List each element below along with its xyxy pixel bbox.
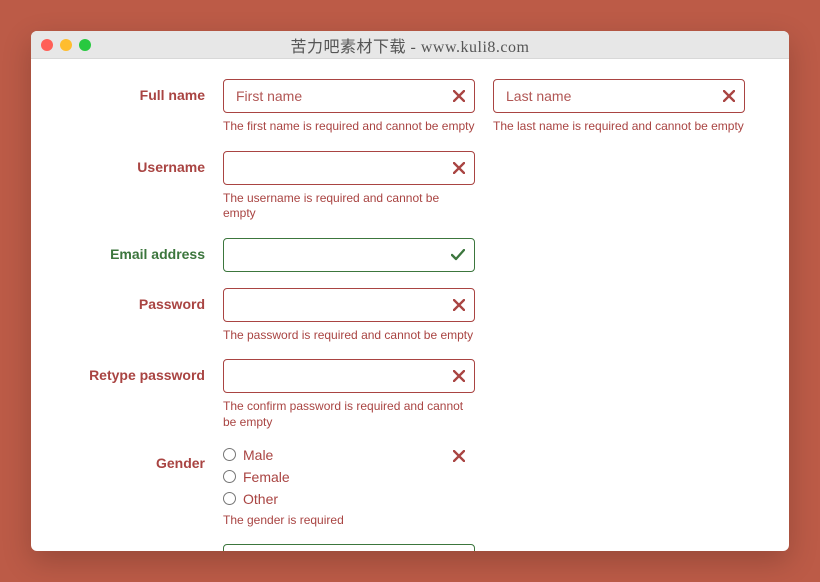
label-birthday: Birthday [67,544,223,551]
email-input[interactable] [223,238,475,272]
error-gender: The gender is required [223,513,475,529]
radio-other[interactable] [223,492,236,505]
password-input[interactable] [223,288,475,322]
cross-icon [453,449,465,465]
cross-icon [453,162,465,174]
row-password: Password The password is required and ca… [67,288,753,344]
form: Full name The first name is required and… [31,59,789,551]
gender-male[interactable]: Male [223,447,475,463]
gender-female[interactable]: Female [223,469,475,485]
gender-other[interactable]: Other [223,491,475,507]
label-fullname: Full name [67,79,223,103]
gender-male-label: Male [243,447,273,463]
row-fullname: Full name The first name is required and… [67,79,753,135]
minimize-icon[interactable] [60,39,72,51]
error-lastname: The last name is required and cannot be … [493,119,745,135]
maximize-icon[interactable] [79,39,91,51]
error-username: The username is required and cannot be e… [223,191,475,222]
cross-icon [453,299,465,311]
error-password: The password is required and cannot be e… [223,328,475,344]
username-input[interactable] [223,151,475,185]
label-password: Password [67,288,223,312]
label-retype: Retype password [67,359,223,383]
label-gender: Gender [67,447,223,471]
label-email: Email address [67,238,223,262]
lastname-input[interactable] [493,79,745,113]
window-controls [41,39,91,51]
label-username: Username [67,151,223,175]
window: 苦力吧素材下载 - www.kuli8.com Full name The fi… [31,31,789,551]
cross-icon [723,90,735,102]
radio-female[interactable] [223,470,236,483]
titlebar: 苦力吧素材下载 - www.kuli8.com [31,31,789,59]
row-username: Username The username is required and ca… [67,151,753,222]
cross-icon [453,370,465,382]
error-firstname: The first name is required and cannot be… [223,119,475,135]
error-retype: The confirm password is required and can… [223,399,475,430]
close-icon[interactable] [41,39,53,51]
birthday-input[interactable] [223,544,475,551]
check-icon [451,249,465,261]
gender-female-label: Female [243,469,290,485]
gender-other-label: Other [243,491,278,507]
row-retype: Retype password The confirm password is … [67,359,753,430]
radio-male[interactable] [223,448,236,461]
window-title: 苦力吧素材下载 - www.kuli8.com [31,33,789,57]
row-birthday: Birthday (YYYY/MM/DD) [67,544,753,551]
retype-password-input[interactable] [223,359,475,393]
firstname-input[interactable] [223,79,475,113]
cross-icon [453,90,465,102]
row-email: Email address [67,238,753,272]
row-gender: Gender Male Female [67,447,753,529]
